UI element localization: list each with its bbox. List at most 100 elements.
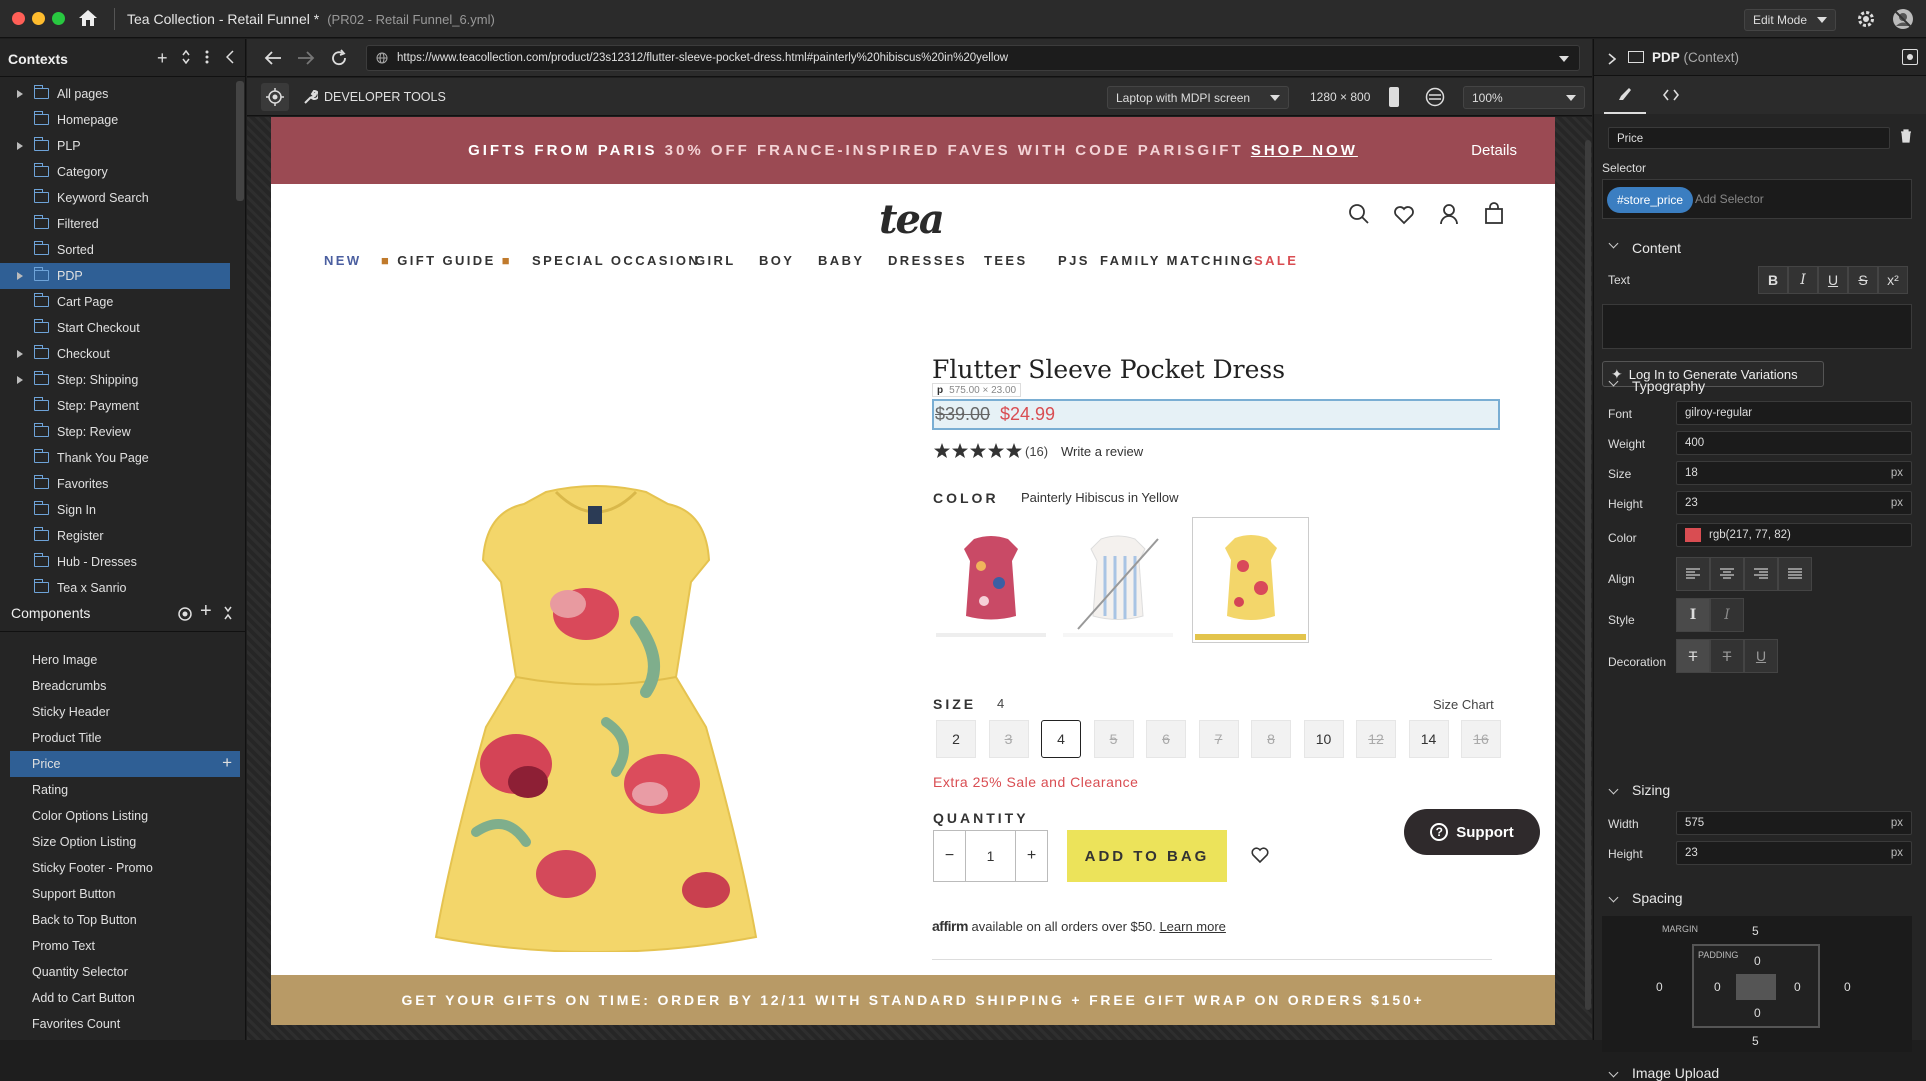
nav-item[interactable]: BOY [759, 253, 794, 268]
component-item[interactable]: Size Option Listing [10, 829, 240, 855]
size-option[interactable]: 3 [988, 720, 1029, 758]
account-icon[interactable] [1439, 203, 1459, 225]
size-chart-link[interactable]: Size Chart [1433, 697, 1494, 712]
align-center-button[interactable] [1710, 557, 1744, 591]
underline-button[interactable]: U [1818, 266, 1848, 294]
expand-triangle-icon[interactable] [17, 272, 23, 280]
screenshot-icon[interactable] [1425, 87, 1445, 107]
sizing-section-header[interactable]: Sizing [1632, 782, 1670, 798]
strikethrough-button[interactable]: S [1848, 266, 1878, 294]
weight-input[interactable]: 400 [1676, 431, 1912, 455]
context-item[interactable]: Hub - Dresses [0, 549, 230, 575]
size-option[interactable]: 2 [936, 720, 976, 758]
write-review-link[interactable]: Write a review [1061, 444, 1143, 459]
align-left-button[interactable] [1676, 557, 1710, 591]
increment-button[interactable]: + [1015, 831, 1047, 881]
bold-button[interactable]: B [1758, 266, 1788, 294]
size-option[interactable]: 14 [1408, 720, 1449, 758]
component-item[interactable]: Breadcrumbs [10, 673, 240, 699]
size-option[interactable]: 7 [1198, 720, 1239, 758]
home-icon[interactable] [78, 9, 98, 27]
promo-details-link[interactable]: Details [1471, 117, 1517, 184]
add-context-icon[interactable]: + [157, 48, 168, 69]
context-item[interactable]: PDP [0, 263, 230, 289]
decoration-none-button[interactable]: T [1676, 639, 1710, 673]
nav-item[interactable]: FAMILY MATCHING [1100, 253, 1255, 268]
margin-bottom-input[interactable]: 5 [1752, 1034, 1759, 1048]
font-size-input[interactable]: 18 px [1676, 461, 1912, 485]
component-item[interactable]: Quantity Selector [10, 959, 240, 985]
learn-more-link[interactable]: Learn more [1159, 919, 1225, 934]
quantity-input[interactable]: 1 [966, 831, 1015, 881]
search-icon[interactable] [1348, 203, 1370, 225]
align-justify-button[interactable] [1778, 557, 1812, 591]
viewport-scrollbar[interactable] [1585, 140, 1591, 1010]
chevron-down-icon[interactable] [1608, 238, 1619, 249]
padding-top-input[interactable]: 0 [1754, 954, 1761, 968]
size-option[interactable]: 12 [1356, 720, 1396, 758]
nav-item[interactable]: BABY [818, 253, 864, 268]
context-item[interactable]: Favorites [0, 471, 230, 497]
font-input[interactable]: gilroy-regular [1676, 401, 1912, 425]
shopping-bag-icon[interactable] [1484, 202, 1504, 224]
color-input[interactable]: rgb(217, 77, 82) [1676, 523, 1912, 547]
add-component-icon[interactable]: + [200, 600, 212, 623]
style-italic-button[interactable]: I [1710, 598, 1744, 632]
forward-arrow-icon[interactable] [297, 50, 315, 66]
typography-section-header[interactable]: Typography [1632, 378, 1705, 394]
nav-item[interactable]: PJS [1058, 253, 1090, 268]
url-bar[interactable]: https://www.teacollection.com/product/23… [366, 45, 1580, 71]
back-arrow-icon[interactable] [264, 50, 282, 66]
expand-triangle-icon[interactable] [17, 90, 23, 98]
nav-item[interactable]: SALE [1254, 253, 1298, 268]
spacing-section-header[interactable]: Spacing [1632, 890, 1683, 906]
edit-mode-dropdown[interactable]: Edit Mode [1744, 9, 1836, 31]
nav-item[interactable]: DRESSES [888, 253, 967, 268]
refresh-icon[interactable] [330, 49, 348, 67]
italic-button[interactable]: I [1788, 266, 1818, 294]
padding-left-input[interactable]: 0 [1714, 980, 1721, 994]
component-item[interactable]: Sticky Footer - Promo [10, 855, 240, 881]
context-item[interactable]: Tea x Sanrio [0, 575, 230, 601]
context-item[interactable]: Register [0, 523, 230, 549]
style-normal-button[interactable]: I [1676, 598, 1710, 632]
more-options-icon[interactable] [205, 50, 209, 64]
size-option[interactable]: 4 [1041, 720, 1081, 758]
maximize-window-button[interactable] [52, 12, 65, 25]
component-item[interactable]: Color Options Listing [10, 803, 240, 829]
component-item[interactable]: Sticky Header [10, 699, 240, 725]
chevron-down-icon[interactable] [1608, 784, 1619, 795]
context-item[interactable]: Filtered [0, 211, 230, 237]
close-window-button[interactable] [12, 12, 25, 25]
nav-item[interactable]: TEES [984, 253, 1028, 268]
context-item[interactable]: Keyword Search [0, 185, 230, 211]
nav-item[interactable]: GIRL [695, 253, 736, 268]
height-input[interactable]: 23 px [1676, 841, 1912, 865]
decoration-strike-button[interactable]: T [1710, 639, 1744, 673]
expand-collapse-icon[interactable] [182, 50, 190, 64]
component-item[interactable]: Back to Top Button [10, 907, 240, 933]
expand-triangle-icon[interactable] [17, 142, 23, 150]
product-image[interactable] [406, 392, 786, 952]
add-to-bag-button[interactable]: ADD TO BAG [1067, 830, 1227, 882]
review-count[interactable]: (16) [1025, 444, 1048, 459]
chevron-down-icon[interactable] [1608, 892, 1619, 903]
site-logo[interactable]: tea [879, 196, 945, 243]
color-swatch-stripe-unavailable[interactable] [1063, 521, 1173, 639]
context-item[interactable]: Checkout [0, 341, 230, 367]
component-item[interactable]: Favorites Count [10, 1011, 240, 1037]
device-dropdown[interactable]: Laptop with MDPI screen [1107, 86, 1289, 109]
gear-icon[interactable] [1856, 9, 1876, 29]
decoration-underline-button[interactable]: U [1744, 639, 1778, 673]
margin-left-input[interactable]: 0 [1656, 980, 1663, 994]
width-input[interactable]: 575 px [1676, 811, 1912, 835]
orientation-icon[interactable] [1389, 87, 1399, 107]
inspect-element-button[interactable] [261, 83, 289, 111]
collapse-all-icon[interactable] [224, 605, 232, 621]
support-button[interactable]: ? Support [1404, 809, 1540, 855]
context-item[interactable]: Homepage [0, 107, 230, 133]
context-item[interactable]: Category [0, 159, 230, 185]
padding-bottom-input[interactable]: 0 [1754, 1006, 1761, 1020]
component-name-input[interactable]: Price [1608, 127, 1890, 149]
selector-field[interactable]: #store_price Add Selector [1602, 179, 1912, 219]
